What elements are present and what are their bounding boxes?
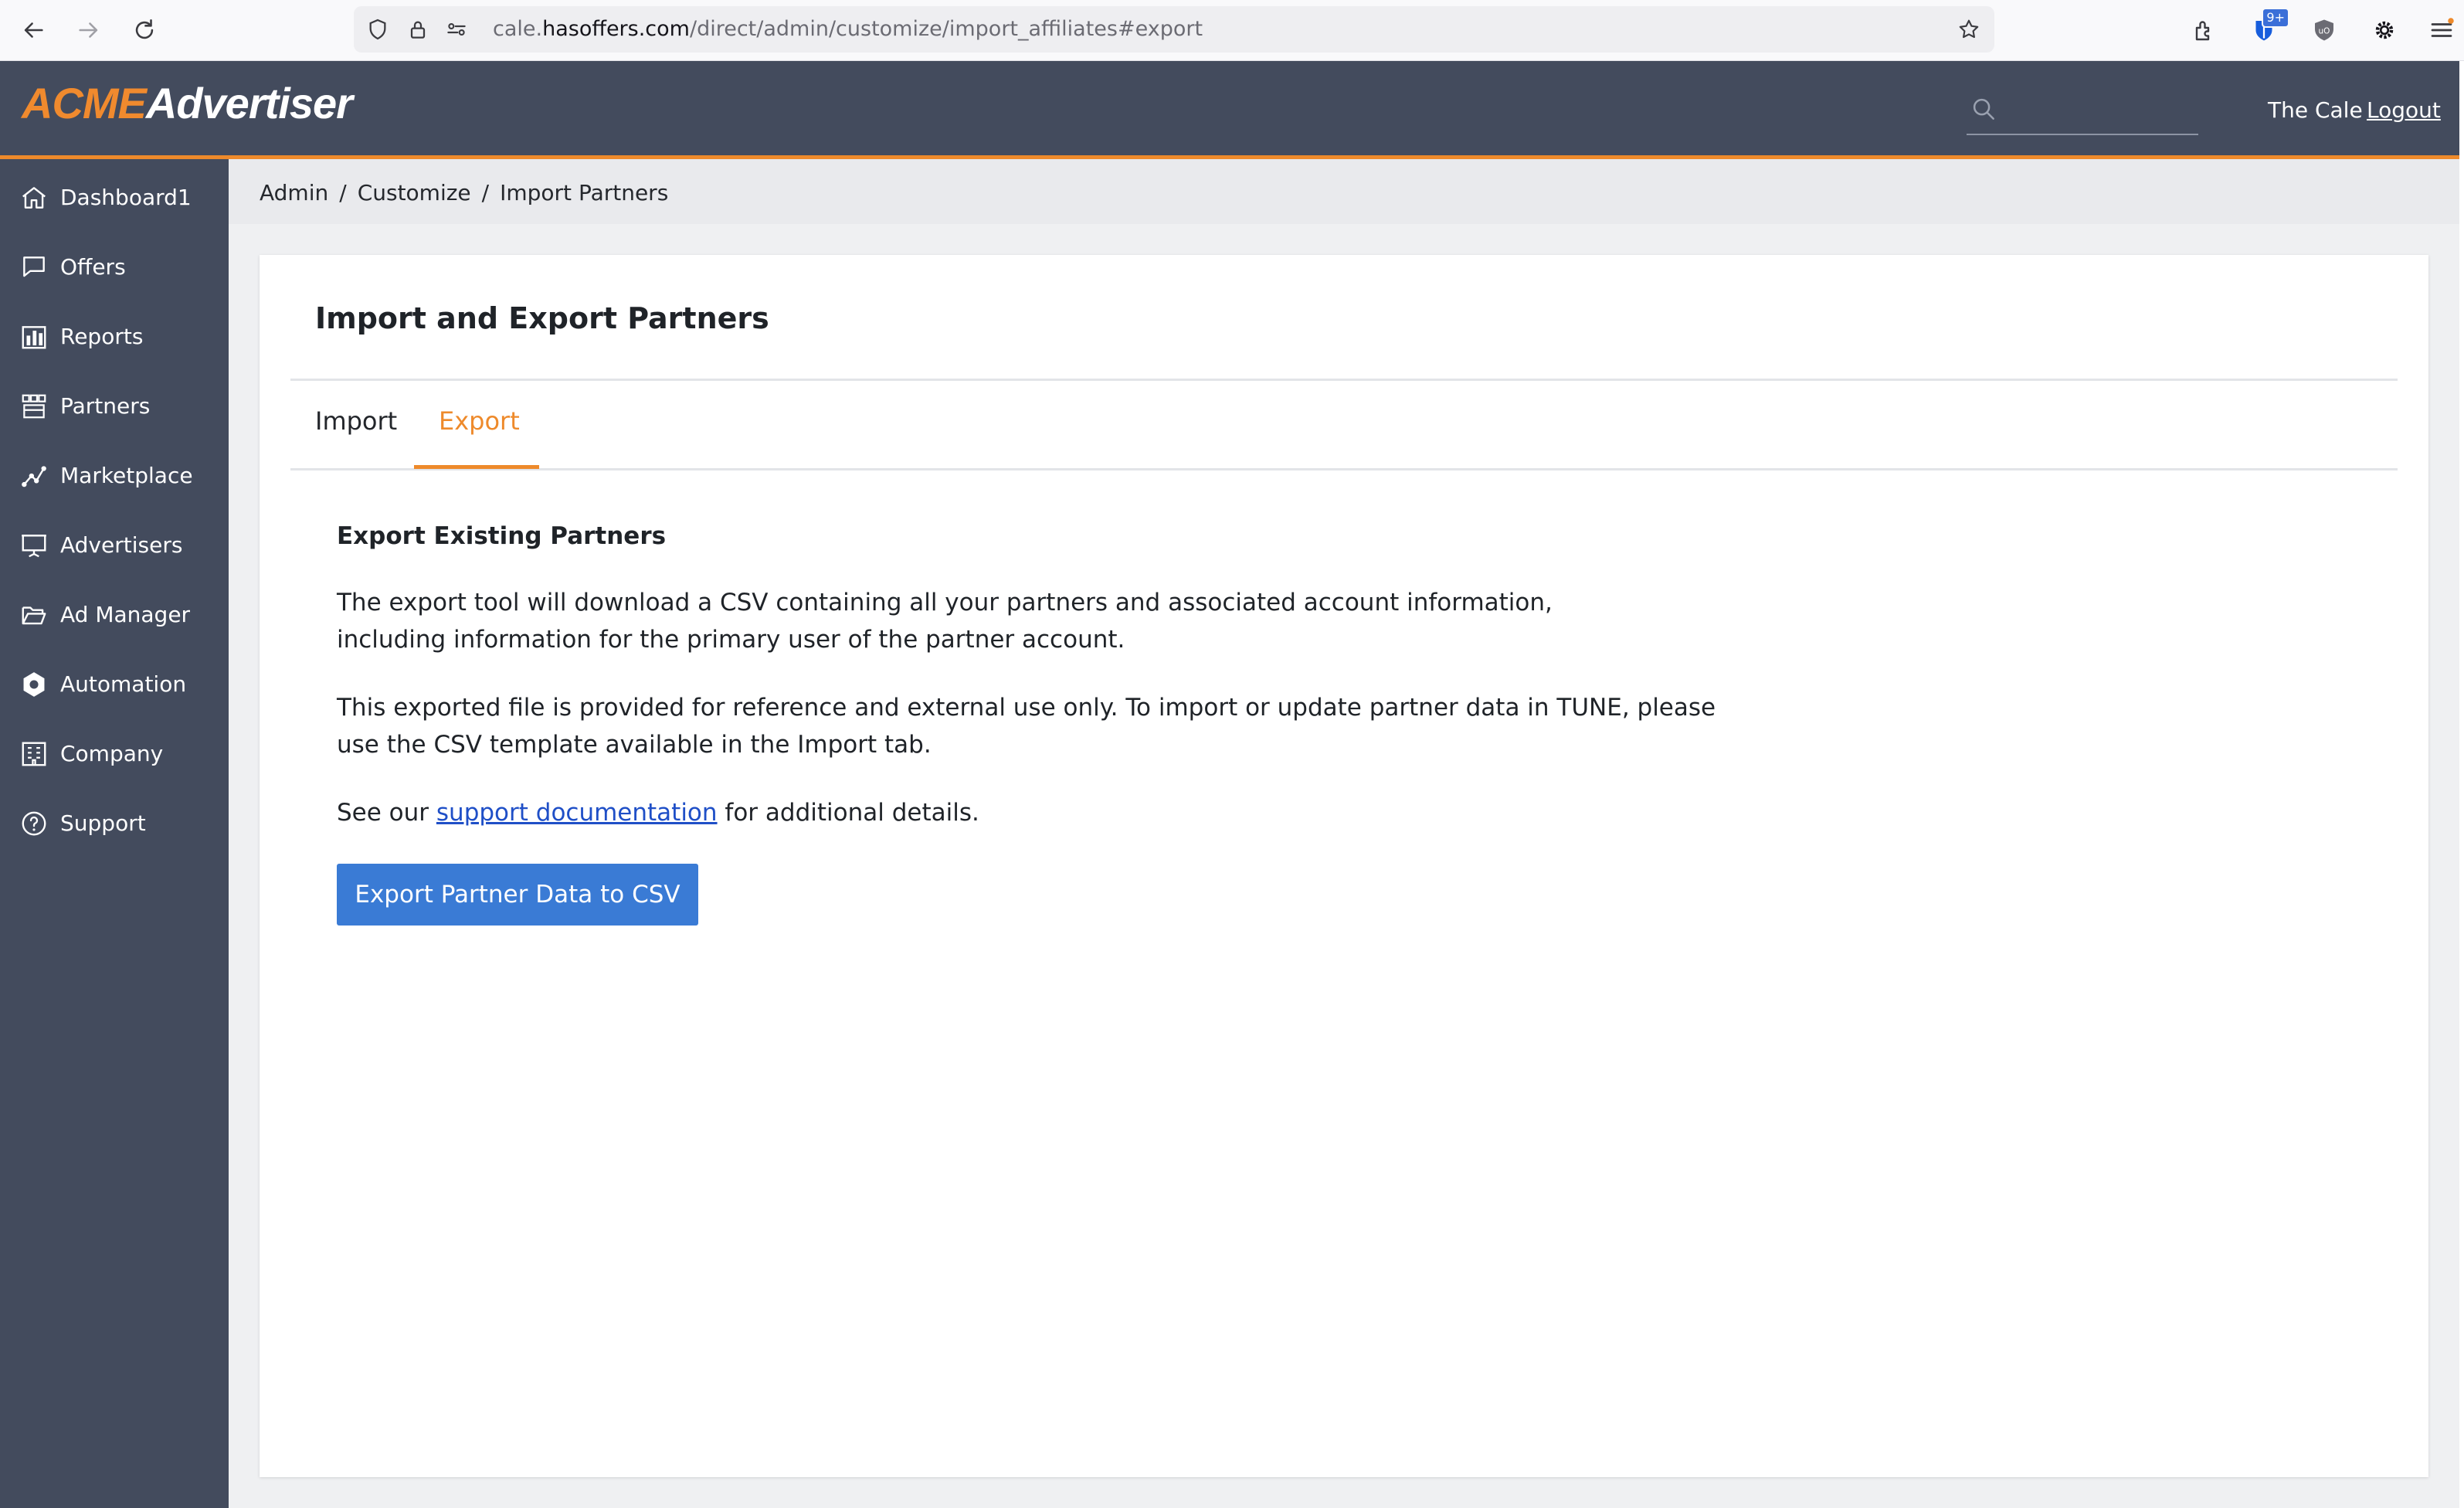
partners-grid-icon — [19, 391, 49, 422]
title-divider — [290, 379, 2398, 381]
sidebar-item-automation[interactable]: Automation — [0, 654, 229, 715]
sidebar-item-dashboard[interactable]: Dashboard1 — [0, 167, 229, 229]
url-text[interactable]: cale.hasoffers.com/direct/admin/customiz… — [493, 17, 1203, 42]
support-note-prefix: See our — [337, 799, 436, 827]
forward-button[interactable] — [70, 11, 108, 49]
export-csv-button[interactable]: Export Partner Data to CSV — [337, 864, 698, 926]
sidebar: Dashboard1 Offers Reports Partners Marke… — [0, 159, 229, 1508]
breadcrumb-import-partners: Import Partners — [500, 180, 669, 205]
permissions-icon[interactable] — [443, 16, 470, 42]
forward-arrow-icon — [79, 22, 98, 38]
export-reference-note: This exported file is provided for refer… — [337, 694, 1716, 759]
lock-icon[interactable] — [405, 16, 431, 42]
sidebar-item-advertisers[interactable]: Advertisers — [0, 515, 229, 576]
hexagon-gear-icon — [19, 669, 49, 700]
bar-chart-icon — [19, 321, 49, 352]
support-documentation-link[interactable]: support documentation — [436, 799, 718, 827]
back-arrow-icon — [24, 22, 43, 38]
sidebar-item-reports[interactable]: Reports — [0, 306, 229, 368]
search-input[interactable] — [2008, 95, 2197, 127]
sidebar-item-label: Reports — [60, 324, 144, 349]
support-note: See our support documentation for additi… — [337, 794, 1727, 831]
menu-hamburger-icon[interactable] — [2425, 14, 2458, 46]
url-path: /direct/admin/customize/import_affiliate… — [689, 17, 1203, 41]
breadcrumb-separator: / — [339, 180, 347, 205]
sidebar-item-label: Ad Manager — [60, 602, 191, 627]
url-prefix: cale. — [493, 17, 543, 41]
tab-import[interactable]: Import — [315, 405, 397, 437]
chat-bubble-icon — [19, 252, 49, 283]
sidebar-item-partners[interactable]: Partners — [0, 375, 229, 437]
help-circle-icon — [19, 808, 49, 839]
app-header: ACMEAdvertiser The Cale Logout — [0, 61, 2459, 159]
sidebar-item-offers[interactable]: Offers — [0, 236, 229, 298]
sidebar-item-label: Company — [60, 741, 164, 766]
sidebar-item-label: Offers — [60, 254, 126, 280]
breadcrumb-customize[interactable]: Customize — [358, 180, 471, 205]
folder-open-icon — [19, 599, 49, 630]
support-note-suffix: for additional details. — [717, 799, 979, 827]
url-host: hasoffers.com — [542, 17, 690, 41]
breadcrumb: Admin / Customize / Import Partners — [260, 179, 668, 207]
export-description: The export tool will download a CSV cont… — [337, 589, 1553, 654]
reload-icon — [135, 19, 154, 39]
tabs-divider — [290, 468, 2398, 470]
logout-link[interactable]: Logout — [2367, 97, 2441, 124]
sidebar-item-support[interactable]: Support — [0, 793, 229, 854]
logo-acme-text: ACME — [22, 79, 147, 127]
network-nodes-icon — [19, 460, 49, 491]
breadcrumb-separator: / — [481, 180, 490, 205]
user-name: The Cale — [2268, 97, 2363, 123]
sidebar-item-label: Dashboard1 — [60, 185, 192, 210]
browser-toolbar: cale.hasoffers.com/direct/admin/customiz… — [0, 0, 2464, 61]
section-heading: Export Existing Partners — [337, 522, 667, 550]
search-icon[interactable] — [1967, 92, 2001, 126]
reload-button[interactable] — [125, 11, 164, 49]
home-icon — [19, 182, 49, 213]
header-search — [1967, 92, 2198, 135]
sidebar-item-company[interactable]: Company — [0, 723, 229, 785]
sidebar-item-label: Partners — [60, 393, 151, 419]
sidebar-item-label: Automation — [60, 671, 187, 697]
gear-extension-icon[interactable] — [2368, 14, 2401, 46]
extension-badge: 9+ — [2262, 8, 2289, 28]
sidebar-item-ad-manager[interactable]: Ad Manager — [0, 584, 229, 646]
bitwarden-extension-icon[interactable]: 9+ — [2248, 8, 2289, 46]
shield-icon[interactable] — [365, 16, 391, 42]
sidebar-item-label: Support — [60, 810, 146, 836]
breadcrumb-admin[interactable]: Admin — [260, 180, 328, 205]
active-tab-indicator — [414, 465, 539, 469]
extensions-puzzle-icon[interactable] — [2187, 14, 2220, 46]
sidebar-item-marketplace[interactable]: Marketplace — [0, 445, 229, 507]
presentation-board-icon — [19, 530, 49, 561]
tab-export[interactable]: Export — [439, 405, 520, 437]
acme-advertiser-logo[interactable]: ACMEAdvertiser — [22, 78, 353, 128]
building-icon — [19, 739, 49, 769]
back-button[interactable] — [14, 11, 53, 49]
logo-advertiser-text: Advertiser — [145, 79, 353, 127]
svg-text:uO: uO — [2319, 27, 2330, 36]
ublock-extension-icon[interactable]: uO — [2308, 14, 2340, 46]
sidebar-item-label: Advertisers — [60, 532, 183, 558]
import-export-panel: Import and Export Partners Import Export… — [260, 255, 2428, 1477]
page-title: Import and Export Partners — [315, 301, 769, 335]
address-bar[interactable]: cale.hasoffers.com/direct/admin/customiz… — [354, 6, 1994, 53]
bookmark-star-icon[interactable] — [1956, 16, 1982, 42]
sidebar-item-label: Marketplace — [60, 463, 193, 488]
